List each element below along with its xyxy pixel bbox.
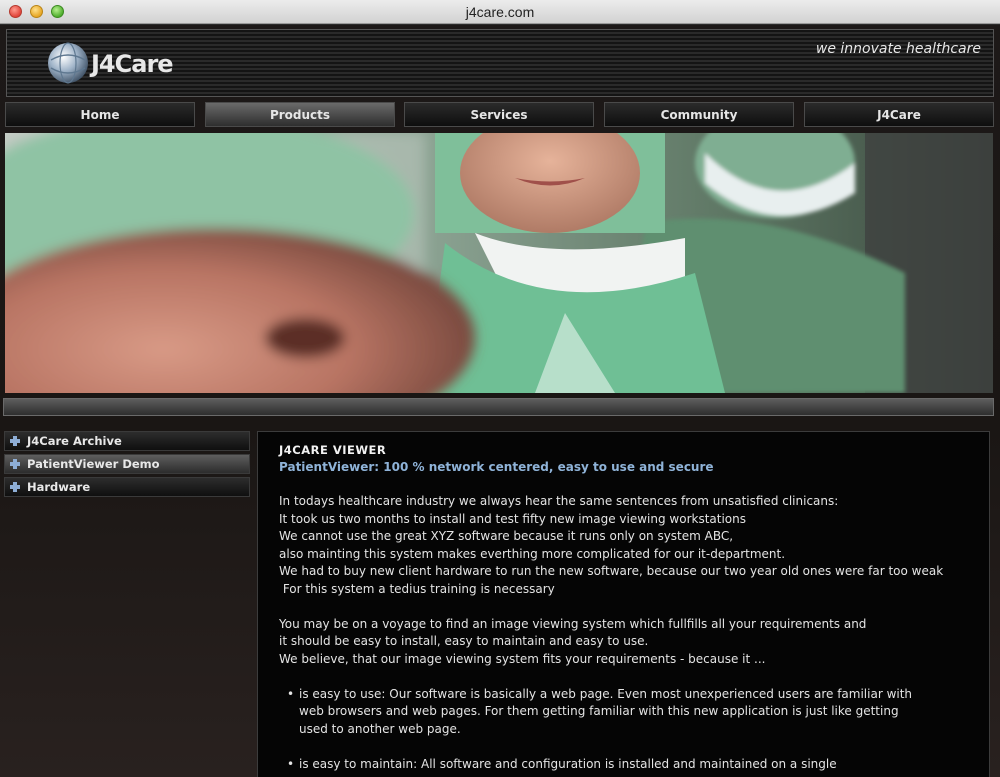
bullet-easy-to-maintain: • is easy to maintain: All software and …: [279, 756, 969, 774]
sidebar-menu: J4Care Archive PatientViewer Demo Hardwa…: [4, 431, 250, 500]
svg-text:J4Care: J4Care: [89, 50, 173, 78]
nav-services[interactable]: Services: [404, 102, 594, 127]
text-line: It took us two months to install and tes…: [279, 511, 747, 526]
text-line: it should be easy to install, easy to ma…: [279, 634, 649, 648]
site-header: J4Care we innovate healthcare: [6, 29, 994, 97]
sidebar-item-label: J4Care Archive: [27, 434, 122, 448]
main-nav: Home Products Services Community J4Care: [5, 102, 995, 128]
tagline: we innovate healthcare: [815, 41, 981, 57]
text-line: is easy to use: Our software is basicall…: [299, 686, 913, 701]
plus-icon: [10, 459, 20, 469]
page: J4Care we innovate healthcare Home Produ…: [0, 25, 1000, 777]
window-title: j4care.com: [465, 4, 535, 20]
text-line: We had to buy new client hardware to run…: [279, 564, 944, 578]
text-line: used to another web page.: [299, 721, 461, 736]
nav-products[interactable]: Products: [205, 102, 395, 127]
requirements-paragraph: You may be on a voyage to find an image …: [279, 616, 969, 669]
bullet-icon: •: [287, 756, 295, 771]
sidebar-item-label: PatientViewer Demo: [27, 457, 160, 471]
content-subtitle: PatientViewer: 100 % network centered, e…: [279, 460, 714, 474]
text-line: We cannot use the great XYZ software bec…: [279, 529, 734, 543]
divider-bar: [3, 398, 994, 416]
nav-community[interactable]: Community: [604, 102, 794, 127]
sidebar-item-j4care-archive[interactable]: J4Care Archive: [4, 431, 250, 451]
text-line: also mainting this system makes everthin…: [279, 546, 786, 561]
plus-icon: [10, 482, 20, 492]
content-heading: J4CARE VIEWER: [279, 443, 387, 457]
text-line: We believe, that our image viewing syste…: [279, 651, 766, 666]
bullet-icon: •: [287, 686, 295, 701]
sidebar-item-hardware[interactable]: Hardware: [4, 477, 250, 497]
window-titlebar: j4care.com: [0, 0, 1000, 24]
sidebar-item-patientviewer-demo[interactable]: PatientViewer Demo: [4, 454, 250, 474]
text-line: You may be on a voyage to find an image …: [279, 616, 867, 631]
nav-home[interactable]: Home: [5, 102, 195, 127]
text-line: For this system a tedius training is nec…: [279, 581, 555, 596]
main-content: J4CARE VIEWER PatientViewer: 100 % netwo…: [257, 431, 990, 777]
sidebar-item-label: Hardware: [27, 480, 91, 494]
text-line: In todays healthcare industry we always …: [279, 494, 839, 508]
hero-banner-image: [5, 133, 993, 393]
nav-j4care[interactable]: J4Care: [804, 102, 994, 127]
bullet-easy-to-use: • is easy to use: Our software is basica…: [279, 686, 969, 739]
text-line: web browsers and web pages. For them get…: [299, 704, 899, 718]
plus-icon: [10, 436, 20, 446]
intro-paragraph: In todays healthcare industry we always …: [279, 493, 969, 598]
j4care-logo[interactable]: J4Care: [45, 40, 205, 86]
text-line: is easy to maintain: All software and co…: [299, 756, 837, 771]
